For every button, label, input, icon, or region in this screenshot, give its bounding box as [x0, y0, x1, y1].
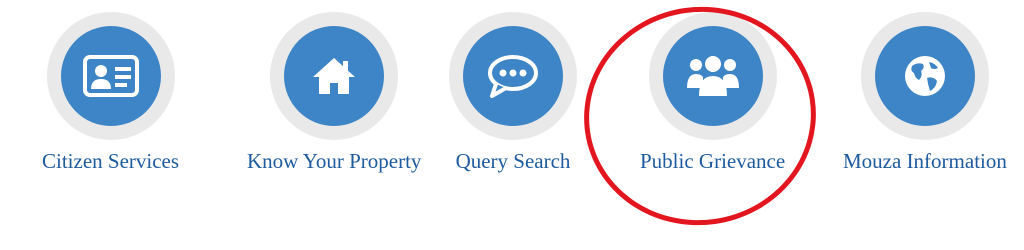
query-search-label[interactable]: Query Search	[456, 149, 571, 173]
icon-circle	[463, 26, 563, 126]
icon-circle	[874, 26, 975, 126]
icon-ring	[270, 12, 399, 140]
home-icon	[311, 56, 357, 96]
know-your-property-tile[interactable]: Know Your Property	[247, 12, 421, 173]
icon-ring	[860, 12, 989, 140]
public-grievance-label[interactable]: Public Grievance	[640, 149, 785, 173]
mouza-information-tile[interactable]: Mouza Information	[843, 12, 1007, 173]
icon-circle	[284, 26, 385, 126]
mouza-information-label[interactable]: Mouza Information	[843, 149, 1007, 173]
icon-circle	[60, 26, 161, 126]
users-group-icon	[685, 54, 741, 98]
services-menu: Citizen Services Know Your Property Quer…	[0, 0, 1024, 250]
globe-icon	[903, 54, 947, 98]
chat-bubble-icon	[486, 53, 540, 99]
public-grievance-tile[interactable]: Public Grievance	[640, 12, 785, 173]
icon-ring	[46, 12, 175, 140]
icon-ring	[449, 12, 577, 140]
citizen-services-label[interactable]: Citizen Services	[42, 149, 179, 173]
icon-ring	[648, 12, 777, 140]
icon-circle	[662, 26, 763, 126]
id-card-icon	[82, 55, 139, 97]
know-your-property-label[interactable]: Know Your Property	[247, 149, 421, 173]
citizen-services-tile[interactable]: Citizen Services	[42, 12, 179, 173]
query-search-tile[interactable]: Query Search	[449, 12, 577, 173]
